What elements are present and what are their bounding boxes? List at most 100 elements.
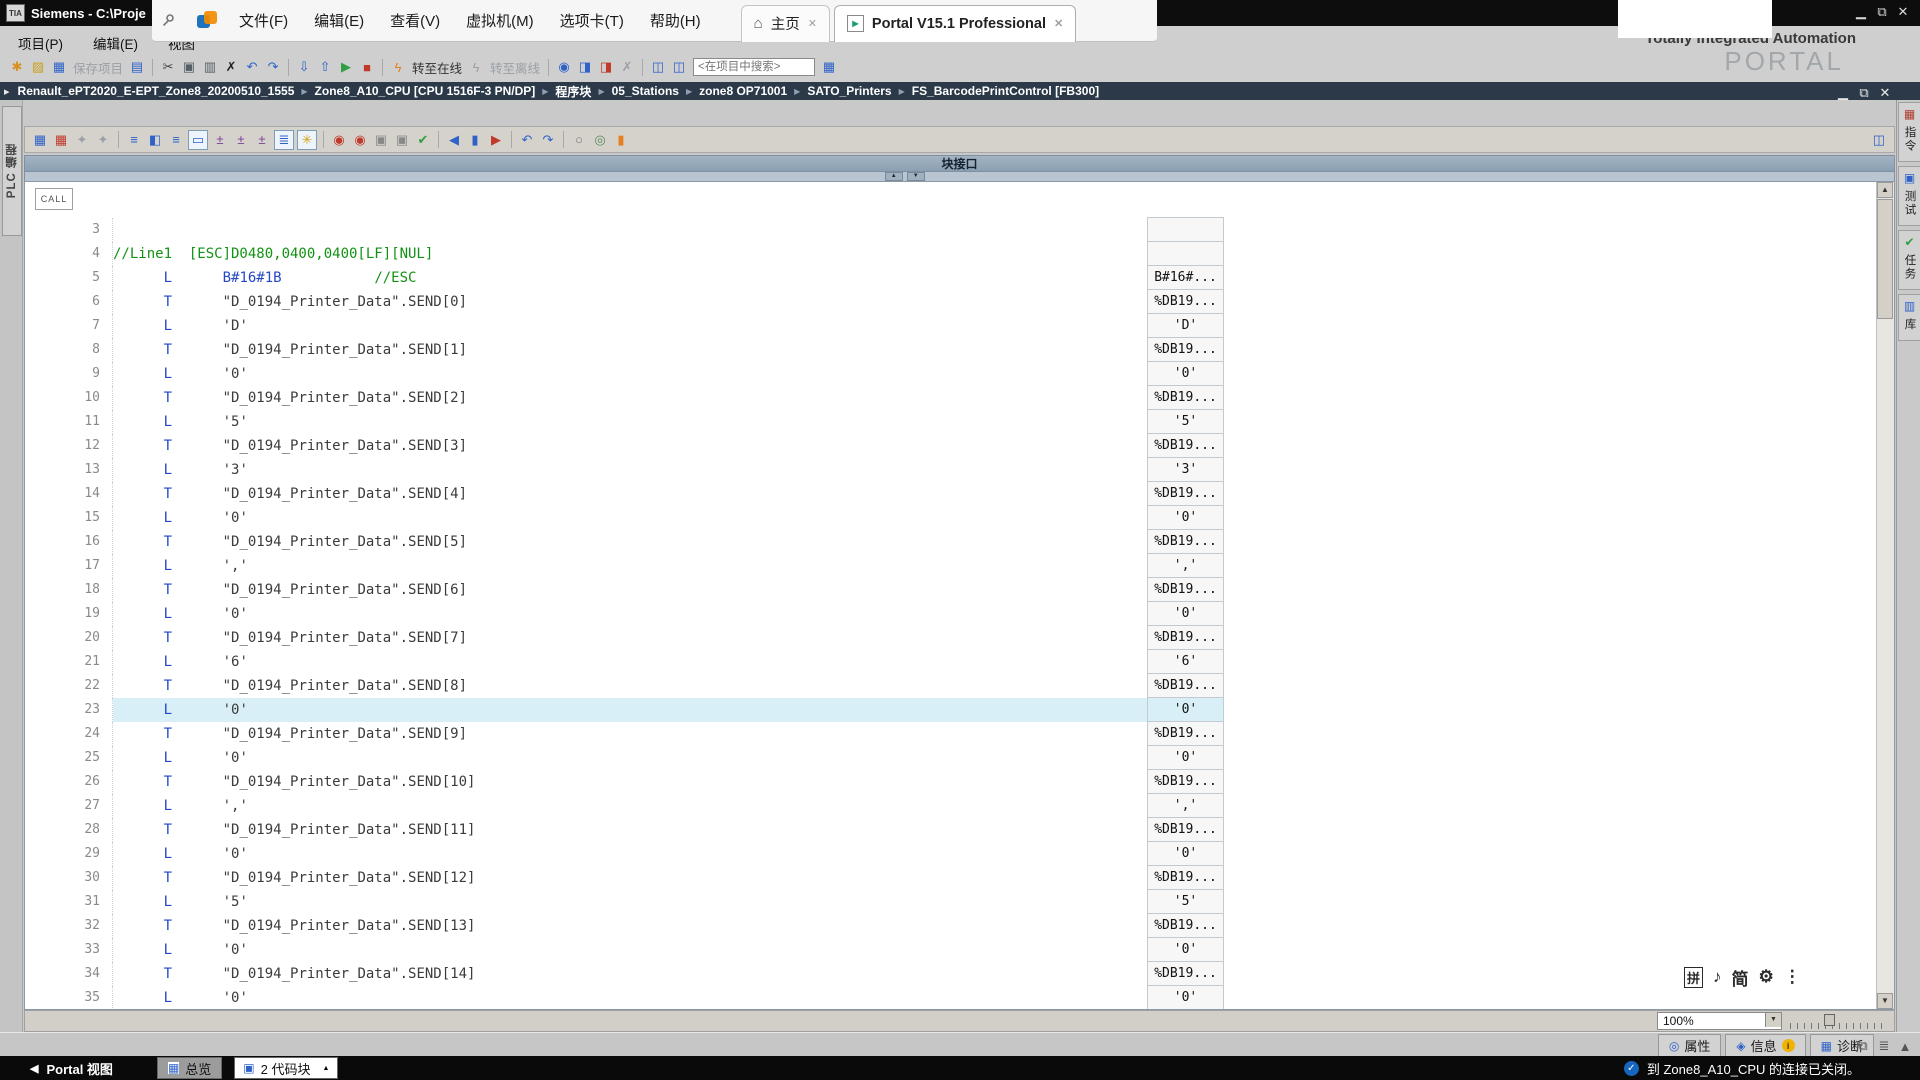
vm-tab-home[interactable]: ⌂ 主页 ✕	[741, 5, 830, 42]
insert-network-icon[interactable]: ▦	[31, 131, 49, 149]
insert-comment-icon[interactable]: ✦	[94, 131, 112, 149]
inspector-tab-信息[interactable]: ◈信息i	[1725, 1034, 1805, 1056]
operand-value-cell[interactable]: '6'	[1147, 649, 1224, 674]
operand-value-cell[interactable]: %DB19...	[1147, 385, 1224, 410]
scroll-up-icon[interactable]: ▲	[1877, 182, 1893, 198]
stl-code-editor[interactable]: CALL 34//Line1 [ESC]D0480,0400,0400[LF][…	[24, 181, 1895, 1010]
breadcrumb-item[interactable]: Zone8_A10_CPU [CPU 1516F-3 PN/DP]	[315, 84, 536, 98]
code-text[interactable]: L '0'	[113, 938, 1147, 962]
code-text[interactable]: //Line1 [ESC]D0480,0400,0400[LF][NUL]	[113, 242, 1147, 266]
code-text[interactable]: L '0'	[113, 698, 1147, 722]
operand-value-cell[interactable]: %DB19...	[1147, 865, 1224, 890]
start-simulation-icon[interactable]: ◨	[576, 58, 594, 76]
paste-icon[interactable]: ▥	[201, 58, 219, 76]
redo-icon[interactable]: ↷	[264, 58, 282, 76]
code-line[interactable]: 7 L 'D''D'	[25, 314, 1876, 338]
tab-close-icon[interactable]: ✕	[808, 17, 817, 30]
vm-menu-item[interactable]: 帮助(H)	[650, 10, 701, 31]
code-line[interactable]: 33 L '0''0'	[25, 938, 1876, 962]
favorites-toggle-icon[interactable]: ≣	[274, 130, 294, 150]
code-line[interactable]: 24 T "D_0194_Printer_Data".SEND[9]%DB19.…	[25, 722, 1876, 746]
breadcrumb-item[interactable]: Renault_ePT2020_E-EPT_Zone8_20200510_155…	[18, 84, 295, 98]
refresh-block-icon[interactable]: ▣	[393, 131, 411, 149]
code-text[interactable]: L '0'	[113, 362, 1147, 386]
breadcrumb-item[interactable]: SATO_Printers	[807, 84, 891, 98]
vm-tab-portal[interactable]: ▶ Portal V15.1 Professional ✕	[834, 5, 1076, 42]
code-text[interactable]: L ','	[113, 794, 1147, 818]
outline-collapse-icon[interactable]: ≡	[125, 131, 143, 149]
tia-menu-item[interactable]: 项目(P)	[18, 33, 63, 53]
insert-row-icon[interactable]: ✦	[73, 131, 91, 149]
undo-icon[interactable]: ↶	[243, 58, 261, 76]
code-line[interactable]: 31 L '5''5'	[25, 890, 1876, 914]
new-project-icon[interactable]: ✱	[8, 58, 26, 76]
pin-icon[interactable]	[162, 14, 175, 27]
inspector-tab-属性[interactable]: ◎属性	[1658, 1034, 1722, 1056]
code-text[interactable]: L '5'	[113, 410, 1147, 434]
delete-network-icon[interactable]: ▦	[52, 131, 70, 149]
symbolic-operands-icon[interactable]: ±	[232, 131, 250, 149]
save-project-label[interactable]: 保存项目	[73, 58, 123, 77]
caret-up-icon[interactable]: ▲	[322, 1065, 329, 1072]
code-line[interactable]: 19 L '0''0'	[25, 602, 1876, 626]
scrollbar-thumb[interactable]	[1877, 199, 1893, 319]
tab-close-icon[interactable]: ✕	[1054, 17, 1063, 30]
go-online-icon[interactable]: ϟ	[389, 58, 407, 76]
code-line[interactable]: 30 T "D_0194_Printer_Data".SEND[12]%DB19…	[25, 866, 1876, 890]
operand-value-cell[interactable]: %DB19...	[1147, 289, 1224, 314]
code-line[interactable]: 5 L B#16#1B //ESCB#16#...	[25, 266, 1876, 290]
breadcrumb-item[interactable]: 程序块	[555, 83, 591, 100]
operand-value-cell[interactable]: ','	[1147, 553, 1224, 578]
operand-value-cell[interactable]: B#16#...	[1147, 265, 1224, 290]
print-icon[interactable]: ▤	[128, 58, 146, 76]
breadcrumb-item[interactable]: 05_Stations	[612, 84, 679, 98]
add-favorite-icon[interactable]: ✳	[297, 130, 317, 150]
code-line[interactable]: 32 T "D_0194_Printer_Data".SEND[13]%DB19…	[25, 914, 1876, 938]
code-line[interactable]: 21 L '6''6'	[25, 650, 1876, 674]
vm-menu-item[interactable]: 虚拟机(M)	[466, 10, 534, 31]
operand-value-cell[interactable]: %DB19...	[1147, 961, 1224, 986]
code-text[interactable]: L '0'	[113, 506, 1147, 530]
code-text[interactable]: L '0'	[113, 986, 1147, 1010]
outline-expand-icon[interactable]: ◧	[146, 131, 164, 149]
code-line[interactable]: 17 L ','','	[25, 554, 1876, 578]
ime-icon[interactable]: 简	[1732, 965, 1749, 990]
block-interface-toggle-icon[interactable]: ◫	[1870, 131, 1888, 149]
right-tab-任务[interactable]: ✔任务	[1898, 230, 1920, 290]
ime-icon[interactable]: 拼	[1684, 967, 1703, 988]
code-line[interactable]: 15 L '0''0'	[25, 506, 1876, 530]
code-line[interactable]: 4//Line1 [ESC]D0480,0400,0400[LF][NUL]	[25, 242, 1876, 266]
interface-splitter[interactable]: ▲ ▼	[24, 172, 1895, 181]
start-cpu-icon[interactable]: ▶	[337, 58, 355, 76]
operand-value-cell[interactable]: '0'	[1147, 985, 1224, 1010]
collapse-panel-icon[interactable]: ▲	[1896, 1037, 1914, 1055]
operand-value-cell[interactable]: '0'	[1147, 505, 1224, 530]
code-text[interactable]: T "D_0194_Printer_Data".SEND[3]	[113, 434, 1147, 458]
stop-simulation-icon[interactable]: ◨	[597, 58, 615, 76]
operand-value-cell[interactable]: '0'	[1147, 361, 1224, 386]
code-line[interactable]: 13 L '3''3'	[25, 458, 1876, 482]
find-replace-icon[interactable]: ○	[570, 131, 588, 149]
operand-value-cell[interactable]: '0'	[1147, 697, 1224, 722]
right-tab-库[interactable]: ▥库	[1898, 294, 1920, 341]
monitoring-icon[interactable]: ▮	[612, 131, 630, 149]
operand-info-icon[interactable]: ±	[253, 131, 271, 149]
code-line[interactable]: 12 T "D_0194_Printer_Data".SEND[3]%DB19.…	[25, 434, 1876, 458]
call-tab[interactable]: CALL	[35, 188, 73, 210]
go-offline-label[interactable]: 转至离线	[490, 58, 540, 77]
operand-value-cell[interactable]: %DB19...	[1147, 769, 1224, 794]
show-library-icon[interactable]: ▦	[820, 58, 838, 76]
code-line[interactable]: 34 T "D_0194_Printer_Data".SEND[14]%DB19…	[25, 962, 1876, 986]
ime-icon[interactable]: ⚙	[1759, 967, 1774, 987]
code-line[interactable]: 27 L ','','	[25, 794, 1876, 818]
code-text[interactable]: L '0'	[113, 842, 1147, 866]
operand-value-cell[interactable]	[1147, 241, 1224, 266]
call-structure-icon[interactable]: ◉	[330, 131, 348, 149]
code-text[interactable]	[113, 218, 1147, 242]
operand-value-cell[interactable]: '0'	[1147, 937, 1224, 962]
right-tab-指令[interactable]: ▦指令	[1898, 102, 1920, 162]
portal-view-button[interactable]: ◀ Portal 视图	[30, 1059, 113, 1078]
code-line[interactable]: 8 T "D_0194_Printer_Data".SEND[1]%DB19..…	[25, 338, 1876, 362]
host-close-icon[interactable]: ✕	[1894, 3, 1912, 21]
tia-menu-item[interactable]: 编辑(E)	[93, 33, 138, 53]
